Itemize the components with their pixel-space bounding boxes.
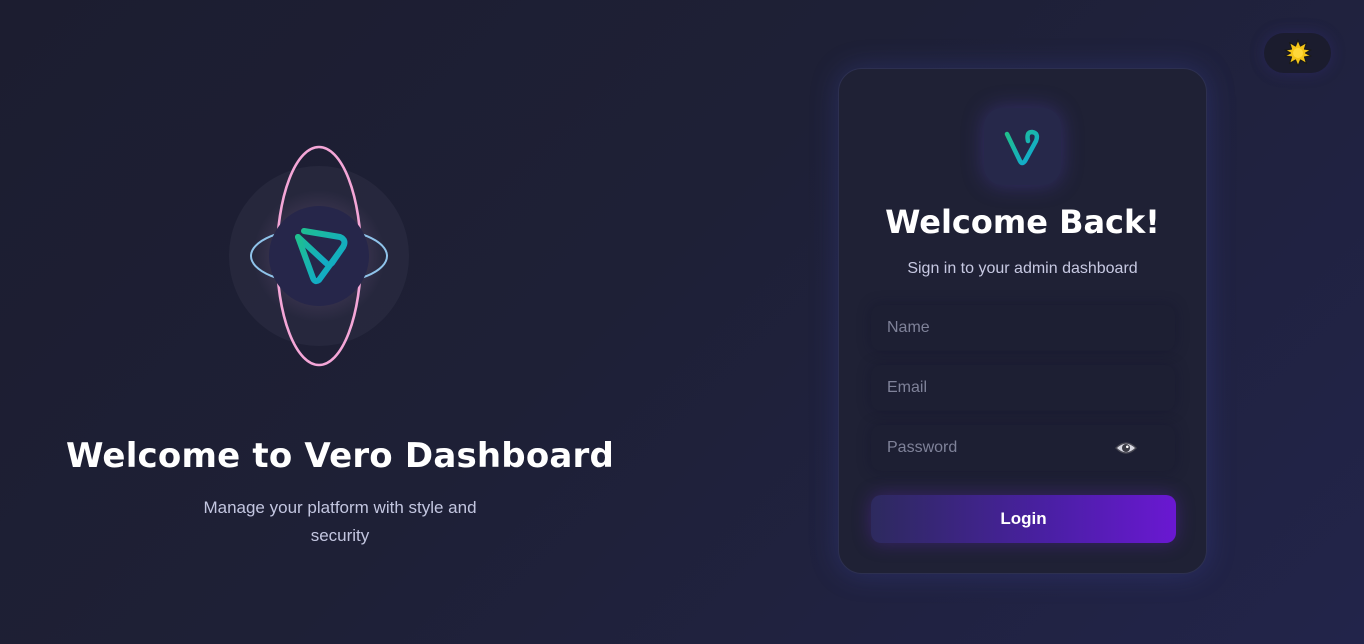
name-field[interactable] — [871, 305, 1175, 351]
hero-title: Welcome to Vero Dashboard — [65, 436, 615, 476]
vero-orbit-logo-icon — [219, 135, 419, 375]
name-field-wrapper — [871, 305, 1175, 351]
email-field-wrapper — [871, 365, 1175, 411]
login-subtitle: Sign in to your admin dashboard — [907, 260, 1138, 277]
login-card: Welcome Back! Sign in to your admin dash… — [838, 68, 1207, 574]
login-button[interactable]: Login — [871, 495, 1176, 543]
email-field[interactable] — [871, 365, 1175, 411]
login-title: Welcome Back! — [885, 203, 1160, 241]
eye-icon[interactable] — [1115, 439, 1137, 457]
vero-v-logo-icon — [984, 108, 1061, 185]
hero-subtitle: Manage your platform with style and secu… — [203, 498, 477, 545]
password-field-wrapper — [871, 425, 1175, 471]
sun-icon — [1283, 39, 1312, 67]
theme-toggle-button[interactable] — [1264, 33, 1331, 73]
